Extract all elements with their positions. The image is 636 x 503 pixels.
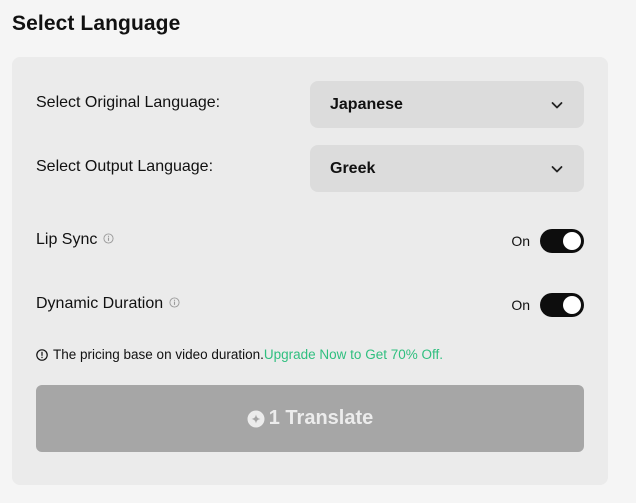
lip-sync-toggle-group: On [511,229,584,253]
dynamic-duration-label: Dynamic Duration [36,295,164,312]
pricing-notice: The pricing base on video duration. Upgra… [36,347,443,362]
lip-sync-label: Lip Sync [36,231,98,248]
lip-sync-row: Lip Sync [36,231,114,249]
info-icon[interactable] [103,231,114,244]
original-language-label: Select Original Language: [36,94,221,111]
language-settings-panel: Select Original Language: Japanese Selec… [12,57,608,485]
translate-label: Translate [285,407,374,429]
upgrade-link[interactable]: Upgrade Now to Get 70% Off. [264,347,443,362]
translate-button[interactable]: 1 Translate [36,385,584,452]
output-language-value: Greek [330,159,376,177]
chevron-down-icon [550,98,564,112]
output-language-label: Select Output Language: [36,158,214,175]
pricing-notice-text: The pricing base on video duration. [53,347,264,362]
dynamic-duration-toggle[interactable] [540,293,584,317]
dynamic-duration-state: On [511,297,530,313]
dynamic-duration-toggle-group: On [511,293,584,317]
info-icon[interactable] [169,295,180,308]
page-title: Select Language [12,12,181,35]
chevron-down-icon [550,162,564,176]
dynamic-duration-row: Dynamic Duration [36,295,180,313]
alert-circle-icon [36,348,48,361]
original-language-select[interactable]: Japanese [310,81,584,128]
output-language-select[interactable]: Greek [310,145,584,192]
toggle-knob [563,232,581,250]
lip-sync-state: On [511,233,530,249]
toggle-knob [563,296,581,314]
original-language-value: Japanese [330,95,403,113]
translate-count: 1 [268,407,280,429]
plus-circle-icon [247,410,265,428]
lip-sync-toggle[interactable] [540,229,584,253]
